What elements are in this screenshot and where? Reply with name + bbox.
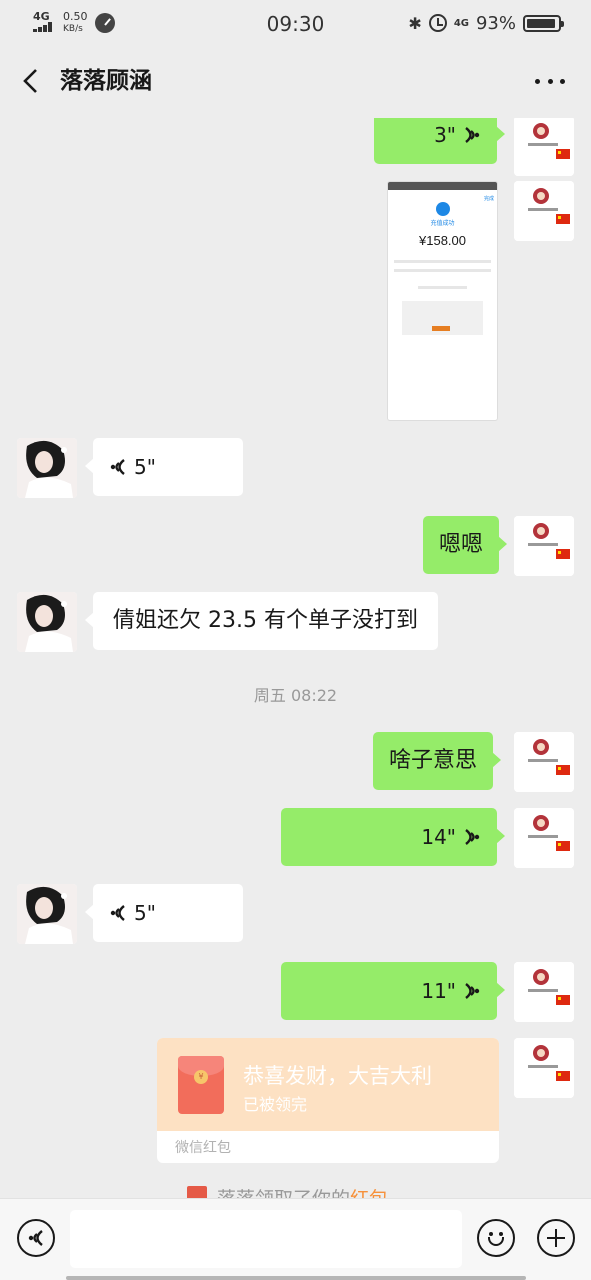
- voice-message-bubble[interactable]: 14": [281, 808, 505, 866]
- voice-wave-icon: [28, 1230, 43, 1246]
- my-avatar[interactable]: [514, 962, 574, 1022]
- status-right-group: ✱ 4G 93%: [408, 12, 564, 34]
- battery-fill: [527, 18, 555, 28]
- my-avatar[interactable]: [514, 181, 574, 241]
- image-amount: ¥158.00: [419, 233, 466, 248]
- notice-link[interactable]: 红包: [350, 1188, 388, 1198]
- voice-duration: 14": [421, 825, 456, 849]
- voice-message-bubble[interactable]: 11": [281, 962, 505, 1020]
- emoji-button[interactable]: [477, 1219, 515, 1257]
- home-indicator[interactable]: [66, 1276, 526, 1280]
- message-timestamp: 周五 08:22: [253, 686, 338, 705]
- mobile-data-label: 4G: [453, 17, 469, 29]
- text-message-bubble[interactable]: 嗯嗯: [423, 516, 508, 574]
- alarm-icon: [428, 14, 447, 32]
- voice-input-button[interactable]: [17, 1219, 55, 1257]
- image-subtitle: 充值成功: [430, 220, 455, 227]
- red-packet-message[interactable]: ¥ 恭喜发财，大吉大利 已被领完 微信红包: [157, 1038, 499, 1163]
- voice-wave-icon: [465, 829, 480, 845]
- voice-duration: 11": [421, 979, 456, 1003]
- message-list[interactable]: 3" 完成 充值成功 ¥158.00 5" 嗯嗯 倩姐还欠 23.5 有个单子没…: [0, 118, 591, 1198]
- battery-icon: [523, 14, 564, 32]
- contact-avatar[interactable]: [17, 592, 77, 652]
- image-message[interactable]: 完成 充值成功 ¥158.00: [387, 181, 498, 421]
- voice-message-bubble[interactable]: 3": [374, 118, 505, 164]
- my-avatar[interactable]: [514, 808, 574, 868]
- image-tag: 完成: [483, 196, 494, 202]
- more-functions-button[interactable]: [537, 1219, 575, 1257]
- battery-percent: 93%: [475, 12, 516, 34]
- input-bar: [0, 1198, 591, 1280]
- red-packet-title: 恭喜发财，大吉大利: [243, 1064, 432, 1088]
- status-bar: 4G 0.50 KB/s 09:30 ✱ 4G 93%: [0, 0, 591, 46]
- voice-duration: 3": [434, 123, 456, 147]
- smiley-icon: [488, 1237, 504, 1246]
- my-avatar[interactable]: [514, 516, 574, 576]
- my-avatar[interactable]: [514, 118, 574, 176]
- text-message-bubble[interactable]: 啥子意思: [373, 732, 502, 790]
- system-notice: 落落领取了你的红包: [187, 1184, 388, 1198]
- voice-wave-icon: [465, 127, 480, 143]
- back-arrow-icon[interactable]: [18, 66, 48, 96]
- voice-duration: 5": [134, 901, 156, 925]
- my-avatar[interactable]: [514, 1038, 574, 1098]
- voice-wave-icon: [110, 459, 125, 475]
- chat-header: 落落顾涵: [0, 46, 591, 118]
- voice-message-bubble[interactable]: 5": [85, 884, 243, 942]
- red-packet-status: 已被领完: [243, 1095, 308, 1114]
- voice-wave-icon: [110, 905, 125, 921]
- more-options-icon[interactable]: [535, 76, 565, 86]
- chat-title: 落落顾涵: [60, 68, 152, 94]
- my-avatar[interactable]: [514, 732, 574, 792]
- voice-duration: 5": [134, 455, 156, 479]
- message-input[interactable]: [70, 1210, 462, 1268]
- text-message-bubble[interactable]: 倩姐还欠 23.5 有个单子没打到: [85, 592, 438, 650]
- contact-avatar[interactable]: [17, 438, 77, 498]
- payment-logo-icon: [435, 202, 450, 216]
- notice-text: 落落领取了你的: [217, 1188, 350, 1198]
- red-packet-small-icon: [187, 1186, 207, 1198]
- contact-avatar[interactable]: [17, 884, 77, 944]
- voice-message-bubble[interactable]: 5": [85, 438, 243, 496]
- red-packet-footer: 微信红包: [175, 1140, 231, 1156]
- red-packet-icon: ¥: [178, 1056, 224, 1114]
- voice-wave-icon: [465, 983, 480, 999]
- bluetooth-icon: ✱: [408, 13, 422, 33]
